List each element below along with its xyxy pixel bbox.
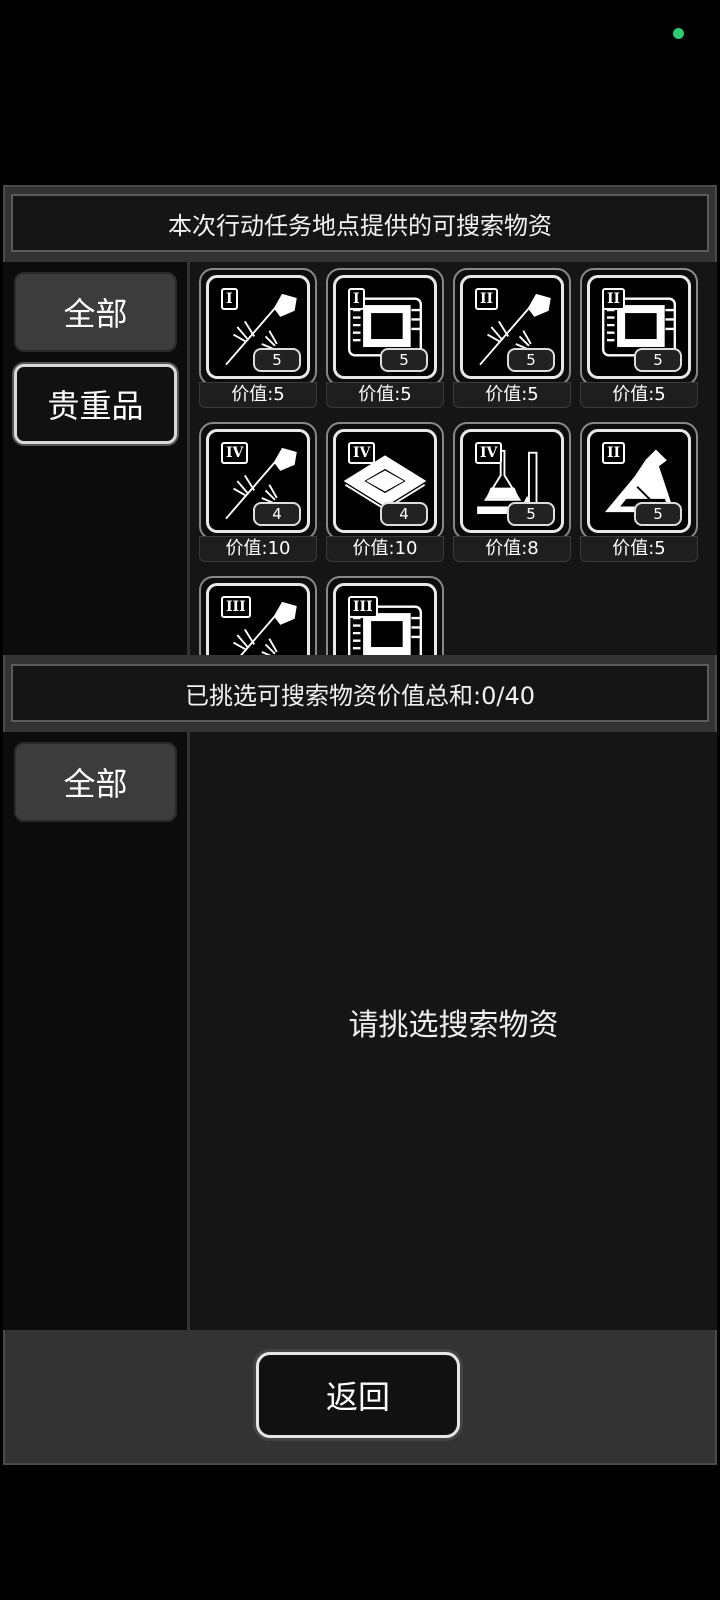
item-icon-area: III (206, 583, 310, 655)
tier-badge: IV (221, 442, 249, 464)
item-icon-area: IV 4 (206, 429, 310, 533)
item-icon-area: II 5 (587, 429, 691, 533)
tier-badge: I (348, 288, 365, 310)
tier-badge: II (602, 288, 626, 310)
item-icon-area: III (333, 583, 437, 655)
item-value-label: 价值:10 (326, 536, 444, 562)
tier-badge: III (221, 596, 251, 618)
supply-item-card[interactable]: IV 4 价值:10 (326, 422, 444, 562)
quantity-badge: 5 (634, 348, 682, 372)
selected-total-title: 已挑选可搜索物资价值总和:0/40 (11, 664, 709, 722)
supply-item-card[interactable]: II 5 价值:5 (453, 268, 571, 408)
supply-item-card[interactable]: II 5 价值:5 (580, 268, 698, 408)
available-supplies-title: 本次行动任务地点提供的可搜索物资 (11, 194, 709, 252)
item-value-label: 价值:5 (326, 382, 444, 408)
tier-badge: III (348, 596, 378, 618)
quantity-badge: 5 (380, 348, 428, 372)
supply-item-card[interactable]: IV 4 价值:10 (199, 422, 317, 562)
item-frame: IV 4 (326, 422, 444, 540)
quantity-badge: 4 (380, 502, 428, 526)
supply-item-card[interactable]: I 5 价值:5 (326, 268, 444, 408)
item-frame: I5 (326, 268, 444, 386)
item-icon-area: I5 (206, 275, 310, 379)
item-frame: III (326, 576, 444, 655)
selected-category-sidebar: 全部 (3, 732, 187, 1330)
item-value-label: 价值:5 (453, 382, 571, 408)
tier-badge: II (475, 288, 499, 310)
return-button[interactable]: 返回 (256, 1352, 460, 1438)
item-icon-area: II 5 (587, 275, 691, 379)
supply-item-card[interactable]: III (326, 576, 444, 655)
item-frame: II 5 (580, 268, 698, 386)
tier-badge: IV (348, 442, 376, 464)
category-all-button[interactable]: 全部 (14, 272, 177, 352)
quantity-badge: 4 (253, 502, 301, 526)
status-indicator-dot (673, 28, 684, 39)
item-icon-area: IV 5 (460, 429, 564, 533)
empty-selection-message: 请挑选搜索物资 (348, 1008, 559, 1043)
item-icon-area: II 5 (460, 275, 564, 379)
quantity-badge: 5 (507, 348, 555, 372)
available-items-grid: I 5 价值:5 I 5 价值:5 II 5 价值:5 II 5 价值:5 IV 4 价值:10 IV 4 价值:… (190, 262, 717, 655)
item-frame: II 5 (453, 268, 571, 386)
item-frame: III (199, 576, 317, 655)
tier-badge: II (602, 442, 626, 464)
supply-item-card[interactable]: III (199, 576, 317, 655)
item-icon-area: IV 4 (333, 429, 437, 533)
item-value-label: 价值:5 (580, 382, 698, 408)
supply-item-card[interactable]: I 5 价值:5 (199, 268, 317, 408)
item-frame: I5 (199, 268, 317, 386)
selected-category-all-button[interactable]: 全部 (14, 742, 177, 822)
supply-item-card[interactable]: IV 5 价值:8 (453, 422, 571, 562)
tier-badge: I (221, 288, 238, 310)
item-icon-area: I5 (333, 275, 437, 379)
item-frame: IV 4 (199, 422, 317, 540)
category-valuables-button[interactable]: 贵重品 (14, 364, 177, 444)
quantity-badge: 5 (253, 348, 301, 372)
item-value-label: 价值:5 (580, 536, 698, 562)
item-frame: II 5 (580, 422, 698, 540)
tier-badge: IV (475, 442, 503, 464)
available-category-sidebar: 全部 贵重品 (3, 262, 187, 655)
supply-item-card[interactable]: II 5 价值:5 (580, 422, 698, 562)
item-frame: IV 5 (453, 422, 571, 540)
quantity-badge: 5 (634, 502, 682, 526)
item-value-label: 价值:8 (453, 536, 571, 562)
item-value-label: 价值:5 (199, 382, 317, 408)
item-value-label: 价值:10 (199, 536, 317, 562)
quantity-badge: 5 (507, 502, 555, 526)
